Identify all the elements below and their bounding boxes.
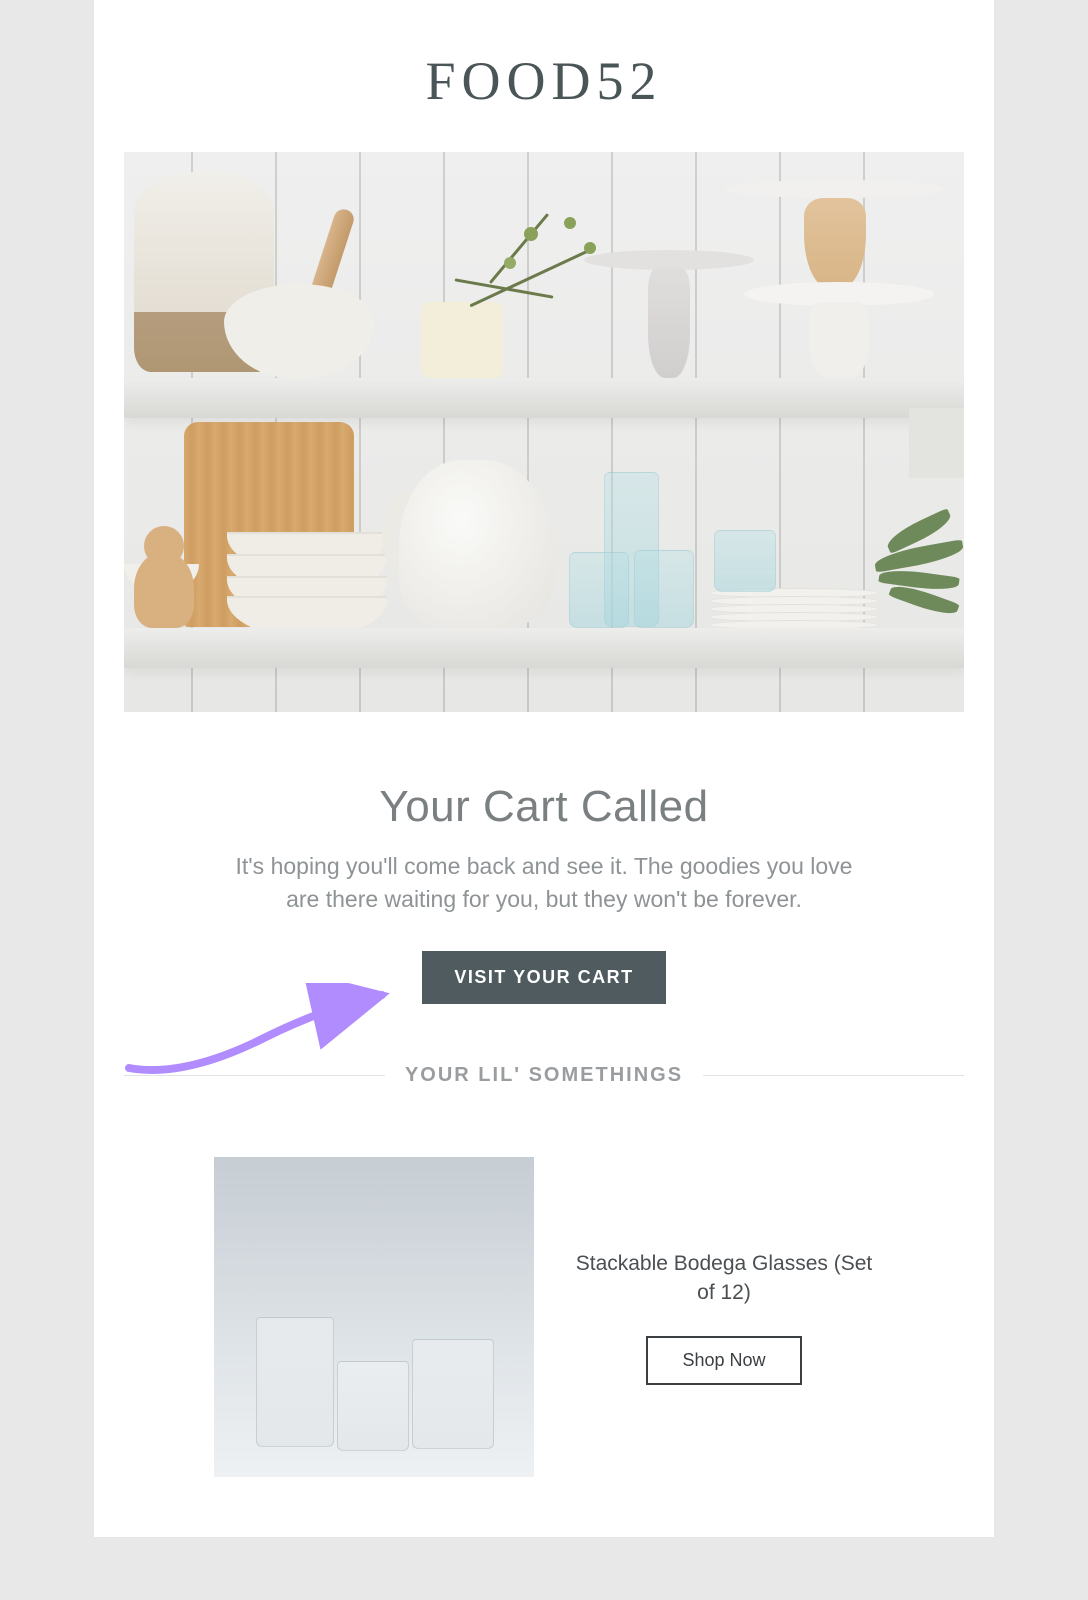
hero-image (124, 152, 964, 712)
brand-logo[interactable]: FOOD52 (124, 50, 964, 112)
logo-container: FOOD52 (124, 40, 964, 152)
product-card: Stackable Bodega Glasses (Set of 12) Sho… (124, 1157, 964, 1477)
product-name: Stackable Bodega Glasses (Set of 12) (574, 1249, 874, 1308)
shop-now-button[interactable]: Shop Now (646, 1336, 801, 1385)
divider-line (703, 1075, 964, 1076)
divider-line (124, 1075, 385, 1076)
body-copy: It's hoping you'll come back and see it.… (224, 850, 864, 917)
email-body: FOOD52 (94, 0, 994, 1537)
cta-container: VISIT YOUR CART (124, 951, 964, 1004)
product-image[interactable] (214, 1157, 534, 1477)
headline: Your Cart Called (124, 782, 964, 832)
section-divider: YOUR LIL' SOMETHINGS (124, 1064, 964, 1087)
product-info: Stackable Bodega Glasses (Set of 12) Sho… (574, 1249, 874, 1385)
section-label: YOUR LIL' SOMETHINGS (405, 1064, 683, 1087)
visit-cart-button[interactable]: VISIT YOUR CART (422, 951, 665, 1004)
